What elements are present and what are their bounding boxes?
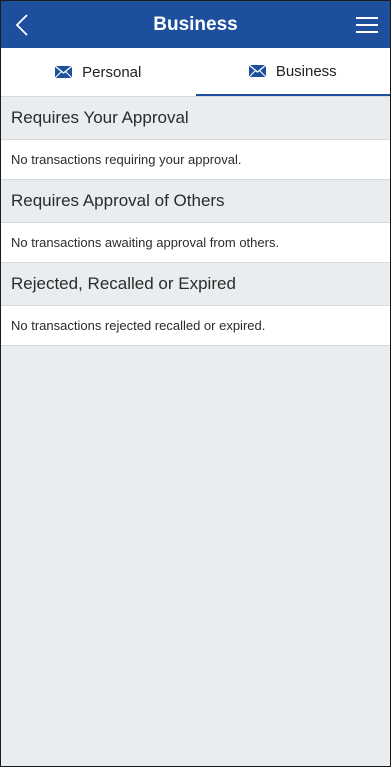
- tab-personal[interactable]: Personal: [1, 48, 196, 96]
- section-title: Requires Approval of Others: [1, 180, 390, 223]
- empty-state-message: No transactions requiring your approval.: [1, 140, 390, 180]
- tab-label: Business: [275, 62, 337, 80]
- app-screen: Business Personal Business Requires Your…: [0, 0, 391, 767]
- empty-state-message: No transactions rejected recalled or exp…: [1, 306, 390, 346]
- envelope-icon: [55, 66, 73, 78]
- app-header: Business: [1, 1, 390, 48]
- section-requires-your-approval: Requires Your Approval No transactions r…: [1, 97, 390, 180]
- section-rejected-recalled-expired: Rejected, Recalled or Expired No transac…: [1, 263, 390, 346]
- back-button[interactable]: [5, 1, 39, 48]
- tab-business[interactable]: Business: [195, 48, 390, 96]
- tab-label: Personal: [82, 63, 142, 81]
- empty-state-message: No transactions awaiting approval from o…: [1, 223, 390, 263]
- menu-button[interactable]: [350, 1, 384, 48]
- tab-bar: Personal Business: [1, 48, 390, 97]
- page-title: Business: [153, 13, 238, 35]
- hamburger-menu-icon: [356, 16, 378, 33]
- section-title: Requires Your Approval: [1, 97, 390, 140]
- chevron-left-icon: [15, 13, 28, 36]
- envelope-icon: [248, 65, 266, 77]
- section-requires-approval-of-others: Requires Approval of Others No transacti…: [1, 180, 390, 263]
- section-title: Rejected, Recalled or Expired: [1, 263, 390, 306]
